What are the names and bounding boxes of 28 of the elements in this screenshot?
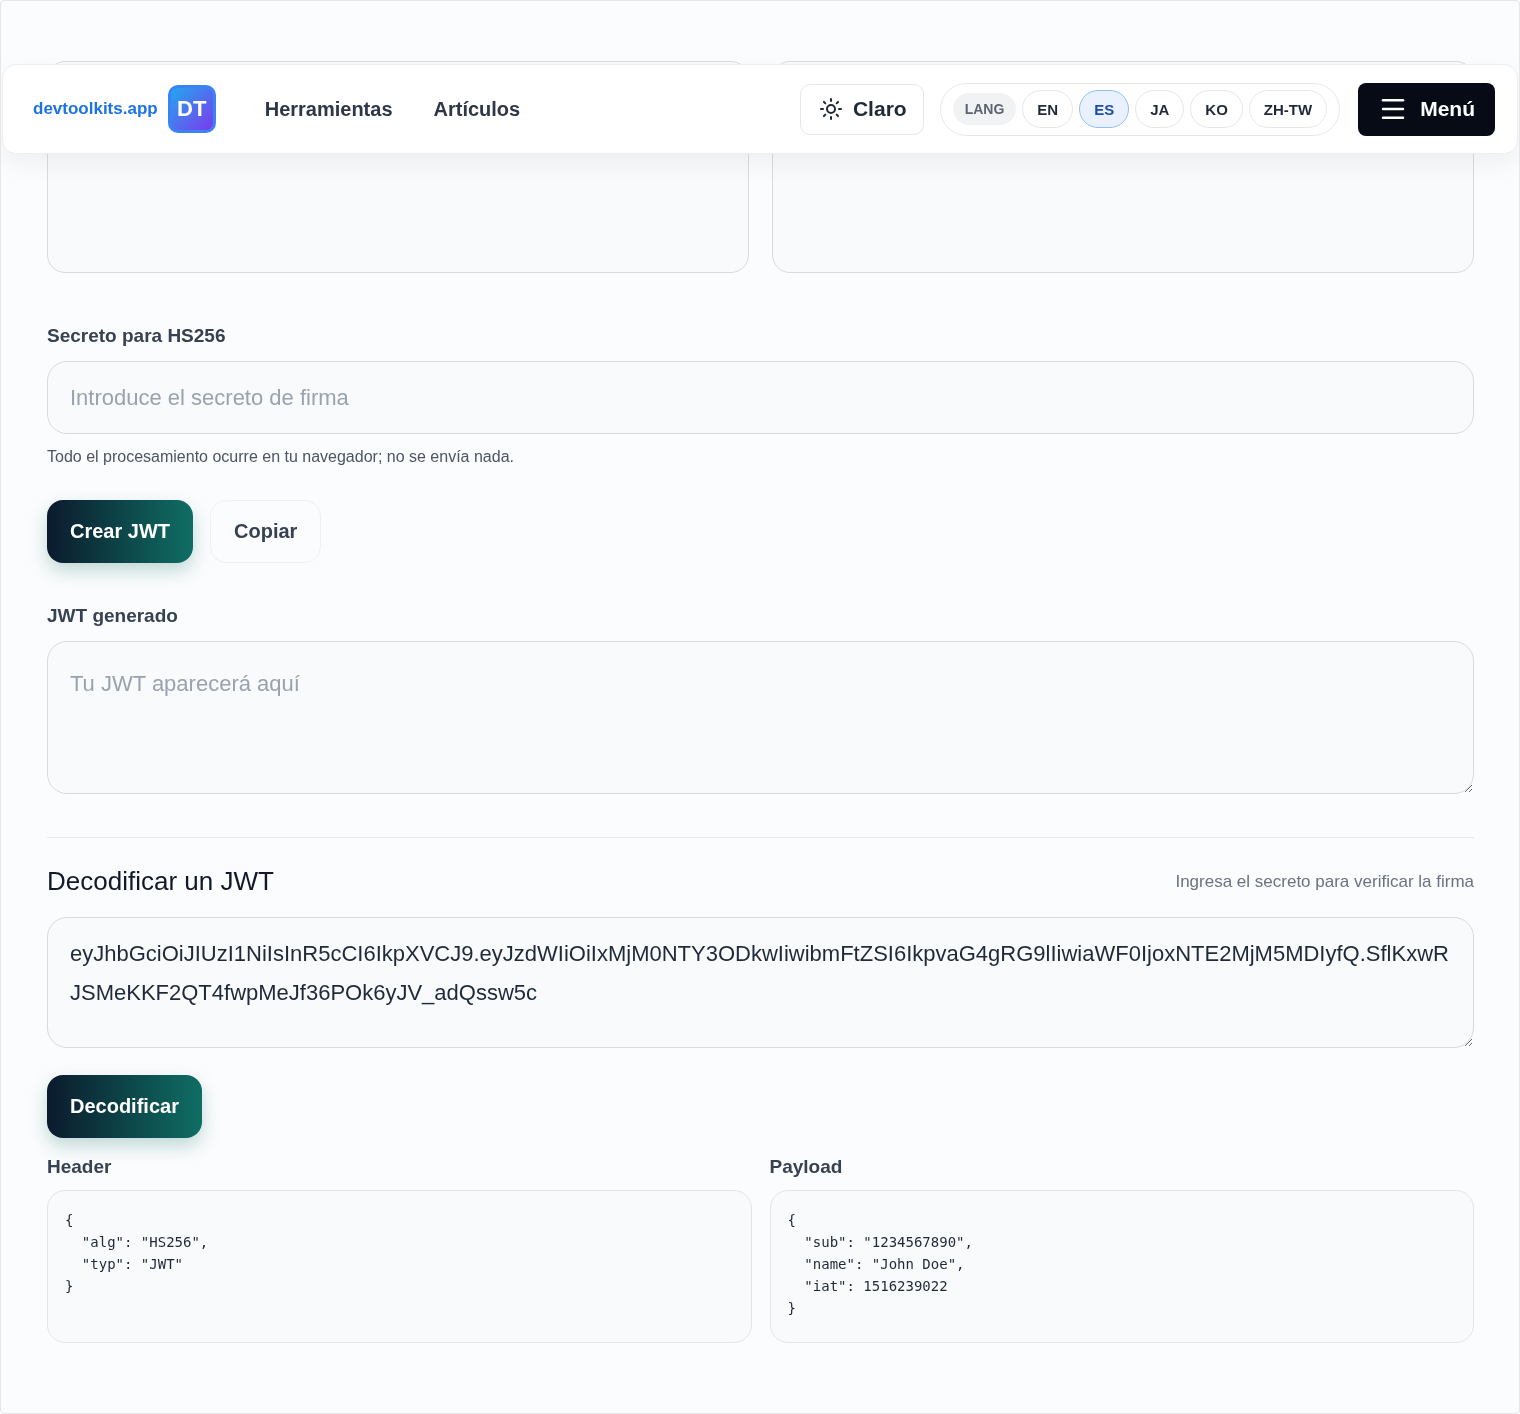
panel-label: Payload — [769, 1156, 844, 1178]
menu-button[interactable]: Menú — [1358, 82, 1495, 136]
nav-link[interactable]: Artículos — [433, 97, 521, 121]
lang-label: LANG — [952, 93, 1017, 125]
hint-text: Todo el procesamiento ocurre en tu navegador; no se envía nada. — [47, 448, 515, 466]
nav-link[interactable]: Herramientas — [264, 97, 393, 121]
language-button[interactable]: KO — [1190, 90, 1243, 128]
field-label: Secreto para HS256 — [47, 325, 227, 347]
token-input-field[interactable]: eyJhbGciOiJIUzI1NiIsInR5cCI6IkpXVCJ9.eyJzdWIiOiIxMjM0NTY3ODkwIiwibmFtZSI6IkpvaG4gRG9lIiwiaWF0IjoxNTE2MjM5MDIyfQ.SflKxwRJSMeKKF2QT4fwpMeJf36POk6yJV_adQssw5c — [47, 917, 1474, 1048]
language-button[interactable]: ZH-TW — [1248, 90, 1328, 128]
create-button[interactable]: Crear JWT — [47, 500, 194, 563]
logo-mark[interactable]: DT — [167, 85, 216, 133]
secret-input-field[interactable]: Introduce el secreto de firma — [47, 361, 1474, 434]
panel-label: Header — [47, 1156, 113, 1178]
language-button[interactable]: EN — [1022, 90, 1074, 128]
field-label: JWT generado — [47, 605, 179, 627]
jwt-output-field[interactable]: Tu JWT aparecerá aquí — [47, 641, 1474, 794]
decode-button[interactable]: Decodificar — [47, 1075, 202, 1138]
note-text: Ingresa el secreto para verificar la firma — [1175, 871, 1474, 892]
language-button[interactable]: JA — [1135, 90, 1185, 128]
code-block: { "sub": "1234567890", "name": "John Doe", "iat": 1516239022 } — [769, 1190, 1474, 1343]
sun-icon — [818, 97, 843, 121]
brand-name[interactable]: devtoolkits.app — [33, 99, 158, 119]
theme-button[interactable]: Claro — [799, 83, 924, 135]
code-block: { "alg": "HS256", "typ": "JWT" } — [47, 1190, 752, 1343]
language-button[interactable]: ES — [1079, 90, 1130, 128]
copy-button[interactable]: Copiar — [210, 500, 322, 563]
section-title: Decodificar un JWT — [47, 866, 274, 897]
